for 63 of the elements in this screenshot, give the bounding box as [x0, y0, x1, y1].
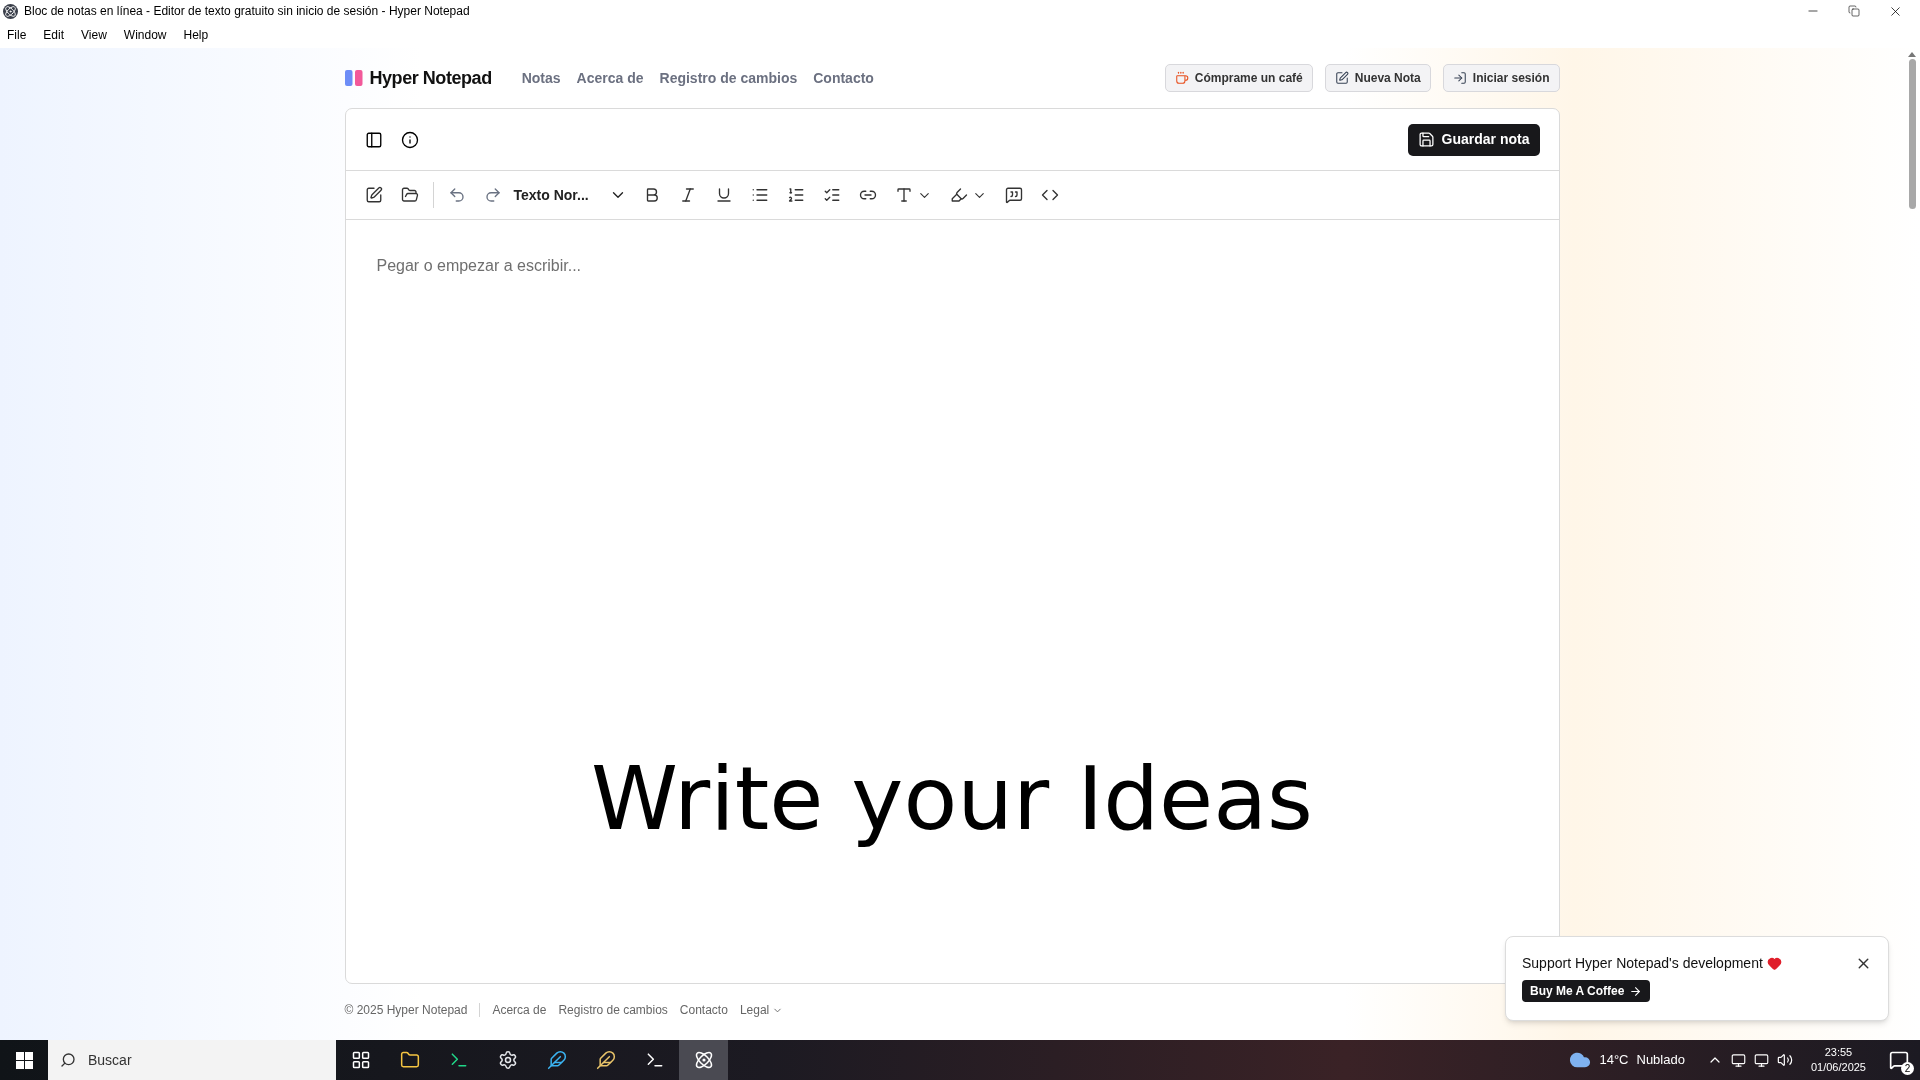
feather-icon[interactable] [595, 1050, 616, 1070]
highlighter-icon[interactable] [949, 186, 968, 204]
header-button[interactable]: Cómprame un café [1164, 64, 1313, 92]
open-folder-icon[interactable] [400, 186, 419, 204]
footer-link[interactable]: Acerca de [492, 1001, 547, 1019]
numbered-list-icon[interactable] [786, 186, 805, 204]
clock-date[interactable]: 01/06/2025 [1810, 1060, 1866, 1075]
new-note-icon[interactable] [364, 186, 383, 204]
menu-item[interactable]: File [7, 26, 27, 44]
copyright-text: © 2025 Hyper Notepad [344, 1002, 468, 1019]
info-icon[interactable] [400, 130, 419, 149]
menu-item[interactable]: View [81, 26, 107, 44]
nav-link[interactable]: Notas [521, 67, 561, 89]
speaker-icon[interactable] [1776, 1052, 1793, 1068]
folder-icon[interactable] [399, 1050, 420, 1070]
redo-icon[interactable] [483, 186, 502, 204]
edit-icon [1334, 71, 1349, 85]
menu-item[interactable]: Edit [43, 26, 65, 44]
coffee-cup-icon [1174, 71, 1189, 85]
nav-link[interactable]: Registro de cambios [659, 67, 798, 89]
sign-in-icon [1452, 71, 1467, 85]
window-title: Bloc de notas en línea - Editor de texto gratuito sin inicio de sesión - Hyper Notepad [24, 3, 470, 20]
nav-link[interactable]: Acerca de [576, 67, 644, 89]
gear-icon[interactable] [497, 1050, 518, 1070]
sidebar-toggle-icon[interactable] [364, 130, 383, 149]
atom-icon[interactable] [693, 1050, 714, 1070]
monitor-icon[interactable] [1730, 1052, 1746, 1068]
underline-icon[interactable] [714, 186, 733, 204]
nav-link[interactable]: Contacto [813, 67, 874, 89]
logo-icon [344, 70, 363, 86]
brand-name[interactable]: Hyper Notepad [369, 64, 492, 92]
taskbar-search-field[interactable]: Buscar [48, 1040, 336, 1080]
save-icon [1417, 131, 1435, 148]
text-size-icon[interactable] [894, 186, 913, 204]
heart-icon [1766, 956, 1782, 971]
menu-item[interactable]: Window [123, 26, 167, 44]
restore-icon[interactable] [1848, 5, 1860, 17]
search-icon [60, 1052, 76, 1068]
header-button[interactable]: Nueva Nota [1324, 64, 1431, 92]
app-icon [3, 3, 18, 19]
footer-link[interactable]: Registro de cambios [558, 1001, 668, 1019]
arrow-right-icon [1629, 984, 1643, 998]
footer-link[interactable]: Contacto [679, 1001, 728, 1019]
header-button[interactable]: Iniciar sesión [1442, 64, 1560, 92]
save-button[interactable]: Guardar nota [1407, 123, 1540, 156]
undo-icon[interactable] [447, 186, 466, 204]
checklist-icon[interactable] [822, 186, 841, 204]
temperature-text[interactable]: 14°C [1599, 1050, 1629, 1070]
legal-dropdown[interactable]: Legal [739, 1001, 784, 1019]
popup-message: Support Hyper Notepad's development [1522, 954, 1763, 973]
quote-icon[interactable] [1004, 186, 1023, 204]
menu-item[interactable]: Help [183, 26, 209, 44]
clock-time[interactable]: 23:55 [1824, 1045, 1853, 1060]
text-style-dropdown[interactable]: Texto Nor... [513, 184, 627, 206]
weather-text[interactable]: Nublado [1636, 1050, 1685, 1070]
task-view-icon[interactable] [350, 1050, 371, 1070]
scrollbar-thumb[interactable] [1908, 59, 1916, 209]
note-text-field[interactable]: Pegar o empezar a escribir... [376, 254, 977, 278]
notification-count: 2 [1901, 1062, 1914, 1075]
buy-coffee-button[interactable]: Buy Me A Coffee [1522, 980, 1651, 1002]
bullet-list-icon[interactable] [750, 186, 769, 204]
scroll-up-arrow-icon[interactable] [1908, 52, 1916, 57]
windows-start-icon[interactable] [15, 1051, 33, 1069]
